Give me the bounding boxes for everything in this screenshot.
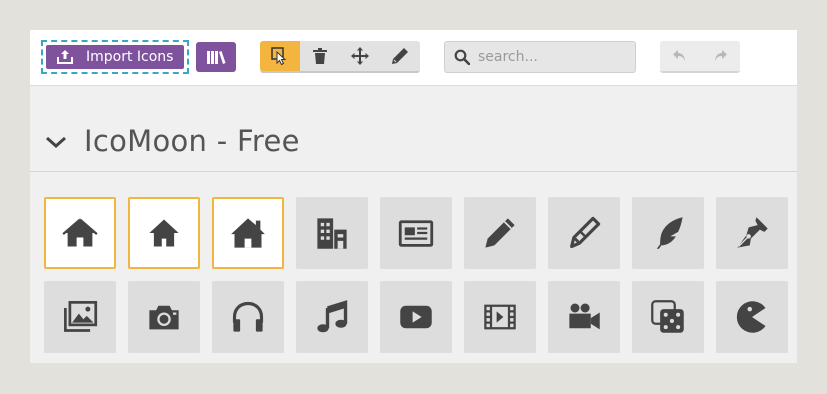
- icon-tile[interactable]: [44, 281, 116, 353]
- home3-icon: [231, 218, 265, 248]
- import-focus-ring: Import Icons: [41, 40, 189, 74]
- trash-icon: [313, 48, 327, 64]
- icon-tile[interactable]: [128, 197, 200, 269]
- import-icons-button[interactable]: Import Icons: [46, 45, 184, 69]
- search-input[interactable]: [478, 49, 628, 65]
- icon-tile[interactable]: [548, 281, 620, 353]
- icon-tile[interactable]: [44, 197, 116, 269]
- icon-tile[interactable]: [380, 197, 452, 269]
- icon-tile[interactable]: [128, 281, 200, 353]
- library-icon: [207, 51, 226, 64]
- toolbar: Import Icons: [30, 30, 797, 86]
- app-window: Import Icons search... IcoMoon - Free: [30, 30, 797, 363]
- images-icon: [64, 301, 98, 332]
- chevron-down-icon[interactable]: [45, 134, 67, 150]
- search-icon: [454, 49, 470, 65]
- icon-tile[interactable]: [632, 281, 704, 353]
- undo-icon: [673, 50, 685, 62]
- icon-tile[interactable]: [716, 281, 788, 353]
- select-tool-button[interactable]: [260, 41, 300, 71]
- camera-icon: [149, 305, 179, 330]
- dice-icon: [651, 300, 684, 333]
- move-icon: [351, 47, 369, 65]
- edit-mode-toolbar: [260, 41, 420, 73]
- undo-button[interactable]: [660, 41, 700, 71]
- play-icon: [400, 305, 432, 329]
- music-icon: [317, 300, 348, 333]
- icon-tile[interactable]: [464, 197, 536, 269]
- icon-tile[interactable]: [464, 281, 536, 353]
- icon-tile[interactable]: [296, 197, 368, 269]
- history-controls: [660, 41, 740, 73]
- newspaper-icon: [398, 220, 434, 247]
- icon-tile[interactable]: [548, 197, 620, 269]
- redo-icon: [715, 50, 727, 62]
- redo-button[interactable]: [700, 41, 740, 71]
- office-icon: [317, 218, 347, 249]
- icon-tile[interactable]: [632, 197, 704, 269]
- pen-icon: [737, 217, 768, 248]
- icon-set-header: IcoMoon - Free: [30, 116, 797, 172]
- library-button[interactable]: [196, 42, 236, 72]
- quill-icon: [656, 217, 683, 249]
- icon-tile[interactable]: [716, 197, 788, 269]
- delete-tool-button[interactable]: [300, 41, 340, 71]
- upload-icon: [57, 50, 73, 64]
- film-icon: [484, 304, 516, 330]
- select-cursor-icon: [271, 47, 287, 65]
- home2-icon: [149, 219, 179, 247]
- pacman-icon: [736, 301, 766, 333]
- icon-set-title: IcoMoon - Free: [84, 124, 300, 158]
- import-icons-label: Import Icons: [86, 49, 174, 65]
- video-camera-icon: [569, 303, 600, 330]
- pencil-icon: [485, 218, 515, 248]
- pencil2-icon: [570, 216, 601, 249]
- search-box: [444, 41, 636, 73]
- icon-tile[interactable]: [212, 281, 284, 353]
- icon-tile[interactable]: [212, 197, 284, 269]
- edit-tool-button[interactable]: [380, 41, 420, 71]
- icon-tile[interactable]: [296, 281, 368, 353]
- home-icon: [62, 218, 98, 247]
- icon-tile[interactable]: [380, 281, 452, 353]
- move-tool-button[interactable]: [340, 41, 380, 71]
- headphones-icon: [232, 301, 264, 332]
- pencil-icon: [392, 48, 408, 64]
